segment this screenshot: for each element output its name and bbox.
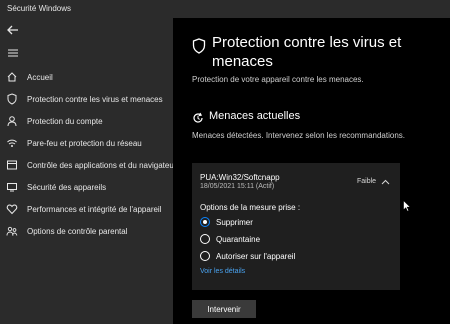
sidebar-item-home[interactable]: Accueil — [0, 67, 173, 87]
options-label: Options de la mesure prise : — [200, 203, 301, 212]
main-content: Protection contre les virus et menaces P… — [173, 18, 450, 324]
person-icon — [7, 116, 17, 127]
sidebar-item-label: Contrôle des applications et du navigate… — [27, 160, 177, 170]
radio-circle[interactable] — [200, 217, 210, 227]
intervene-button[interactable]: Intervenir — [192, 300, 256, 318]
page-title: Protection contre les virus et menaces — [212, 34, 402, 70]
sidebar-item-family-options[interactable]: Options de contrôle parental — [0, 221, 173, 241]
sidebar-item-label: Performances et intégrité de l'appareil — [27, 204, 162, 214]
sidebar-item-label: Sécurité des appareils — [27, 182, 107, 192]
sidebar-item-device-performance[interactable]: Performances et intégrité de l'appareil — [0, 199, 173, 219]
radio-circle[interactable] — [200, 251, 210, 261]
back-arrow-icon[interactable] — [6, 23, 20, 37]
sidebar-item-firewall[interactable]: Pare-feu et protection du réseau — [0, 133, 173, 153]
device-icon — [7, 183, 17, 192]
sidebar-item-virus-protection[interactable]: Protection contre les virus et menaces — [0, 89, 173, 109]
radio-autoriser[interactable]: Autoriser sur l'appareil — [200, 250, 295, 262]
chevron-up-icon[interactable] — [381, 179, 390, 185]
title-bar: Sécurité Windows — [0, 0, 450, 18]
sidebar-item-account-protection[interactable]: Protection du compte — [0, 111, 173, 131]
section-subtitle: Menaces détectées. Intervenez selon les … — [192, 131, 406, 140]
radio-label: Supprimer — [216, 217, 253, 227]
severity-label: Faible — [357, 178, 377, 185]
sidebar: Accueil Protection contre les virus et m… — [0, 18, 177, 324]
home-icon — [7, 72, 17, 82]
window-title: Sécurité Windows — [7, 4, 72, 13]
mouse-cursor-icon — [403, 200, 411, 212]
sidebar-item-app-browser-control[interactable]: Contrôle des applications et du navigate… — [0, 155, 177, 175]
sidebar-item-label: Protection du compte — [27, 116, 103, 126]
app-window-icon — [7, 160, 17, 170]
heart-icon — [6, 204, 18, 215]
radio-label: Autoriser sur l'appareil — [216, 251, 296, 261]
shield-icon — [192, 38, 206, 54]
sidebar-item-label: Pare-feu et protection du réseau — [27, 138, 142, 148]
family-icon — [6, 226, 18, 236]
sidebar-item-label: Protection contre les virus et menaces — [27, 94, 163, 104]
threat-date: 18/05/2021 15:11 (Actif) — [200, 183, 275, 190]
section-title: Menaces actuelles — [209, 110, 301, 122]
sidebar-item-label: Options de contrôle parental — [27, 226, 128, 236]
sidebar-item-label: Accueil — [27, 72, 53, 82]
radio-quarantaine[interactable]: Quarantaine — [200, 233, 260, 245]
radio-circle[interactable] — [200, 234, 210, 244]
threat-card: PUA:Win32/Softcnapp 18/05/2021 15:11 (Ac… — [192, 163, 400, 290]
shield-icon — [7, 93, 17, 105]
details-link[interactable]: Voir les détails — [200, 268, 245, 275]
radio-supprimer[interactable]: Supprimer — [200, 216, 253, 228]
threat-name: PUA:Win32/Softcnapp — [200, 173, 280, 182]
refresh-icon — [193, 112, 203, 123]
radio-label: Quarantaine — [216, 234, 261, 244]
sidebar-item-device-security[interactable]: Sécurité des appareils — [0, 177, 173, 197]
page-subtitle: Protection de votre appareil contre les … — [192, 75, 364, 84]
hamburger-menu-icon[interactable] — [6, 47, 20, 59]
wifi-icon — [7, 139, 17, 147]
